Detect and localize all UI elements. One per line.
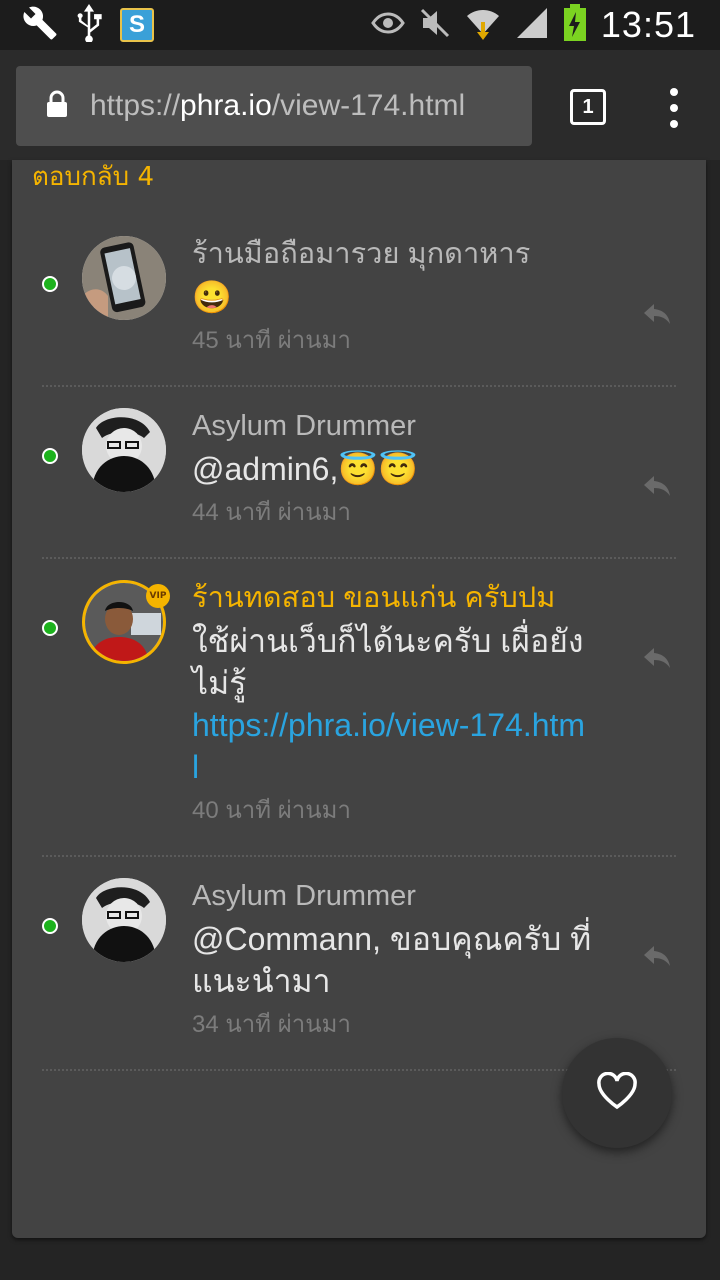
online-status-dot (42, 448, 58, 464)
comment-time: 45 นาที ผ่านมา (192, 327, 351, 354)
divider (42, 855, 676, 857)
divider (42, 385, 676, 387)
reply-icon[interactable] (644, 476, 674, 500)
comment-message: @Commann, ขอบคุณครับ ที่แนะนำมา (192, 921, 592, 999)
avatar[interactable] (82, 408, 166, 492)
avatar[interactable] (82, 878, 166, 962)
clock: 13:51 (600, 4, 696, 45)
usb-icon (76, 4, 102, 46)
commenter-name[interactable]: Asylum Drummer (192, 878, 592, 914)
wifi-icon (465, 4, 501, 46)
heart-icon (596, 1071, 638, 1114)
online-status-dot (42, 620, 58, 636)
comment-time: 40 นาที ผ่านมา (192, 797, 351, 824)
reply-icon[interactable] (644, 304, 674, 328)
vip-badge: VIP (146, 584, 170, 608)
comment-time: 44 นาที ผ่านมา (192, 499, 351, 526)
comment-time: 34 นาที ผ่านมา (192, 1011, 351, 1038)
url-text: https://phra.io/view-174.html (90, 89, 466, 122)
commenter-name[interactable]: Asylum Drummer (192, 408, 612, 444)
commenter-name[interactable]: ร้านทดสอบ ขอนแก่น ครับปม (192, 580, 592, 616)
s-app-icon: S (120, 8, 154, 42)
commenter-name[interactable]: ร้านมือถือมารวย มุกดาหาร (192, 236, 612, 272)
comment-link[interactable]: https://phra.io/view-174.html (192, 707, 585, 785)
signal-icon (515, 6, 549, 44)
like-button[interactable] (562, 1038, 672, 1148)
avatar[interactable] (82, 236, 166, 320)
browser-toolbar: https://phra.io/view-174.html 1 (0, 50, 720, 160)
reply-icon[interactable] (644, 946, 674, 970)
eye-icon (371, 11, 405, 39)
tab-switcher-button[interactable]: 1 (570, 89, 606, 125)
overflow-menu-button[interactable] (662, 88, 686, 128)
status-bar: S 13:51 (0, 0, 720, 50)
lock-icon (46, 90, 68, 122)
wrench-icon (22, 5, 58, 45)
online-status-dot (42, 276, 58, 292)
mute-icon (419, 7, 451, 43)
divider (42, 557, 676, 559)
battery-charging-icon (563, 4, 587, 46)
replies-heading: ตอบกลับ 4 (32, 162, 154, 192)
reply-icon[interactable] (644, 648, 674, 672)
comment-message: @admin6,😇😇 (192, 451, 419, 487)
comment-message: 😀 (192, 279, 232, 315)
url-bar[interactable]: https://phra.io/view-174.html (16, 66, 532, 146)
comment-message: ใช้ผ่านเว็บก็ได้นะครับ เผื่อยังไม่รู้ htt… (192, 623, 586, 785)
online-status-dot (42, 918, 58, 934)
